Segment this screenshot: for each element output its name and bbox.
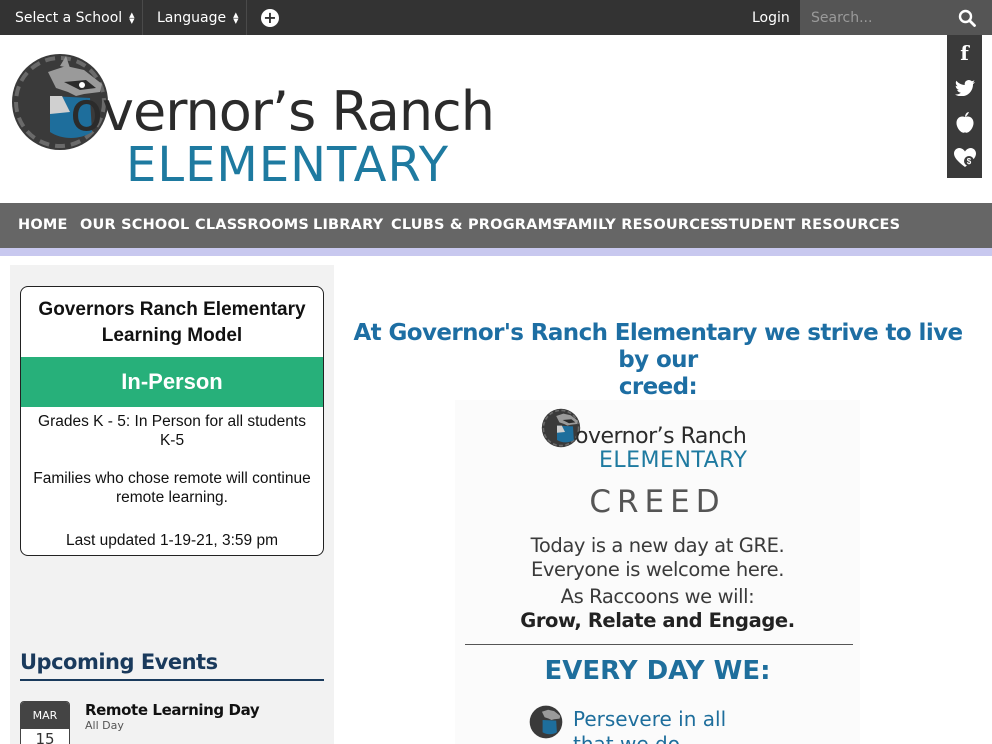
creed-image: overnor’s Ranch ELEMENTARY CREED Today i…	[455, 400, 860, 744]
creed-line-1: Today is a new day at GRE.	[530, 534, 785, 557]
creed-heading: At Governor's Ranch Elementary we strive…	[344, 320, 972, 401]
facebook-icon[interactable]: f	[947, 35, 982, 70]
nav-our-school[interactable]: OUR SCHOOL	[80, 203, 189, 248]
twitter-icon[interactable]	[947, 70, 982, 105]
nav-family-resources[interactable]: FAMILY RESOURCES	[558, 203, 721, 248]
divider	[246, 0, 247, 35]
creed-line-4: Grow, Relate and Engage.	[520, 609, 795, 632]
remote-note-line2: remote learning.	[115, 489, 228, 506]
svg-text:$: $	[966, 157, 971, 166]
updown-arrows-icon: ▲ ▼	[233, 10, 239, 25]
learning-model-title: Governors Ranch Elementary Learning Mode…	[21, 297, 323, 349]
remote-note: Families who chose remote will continue …	[29, 469, 315, 507]
language-label: Language	[157, 9, 227, 26]
nav-library[interactable]: LIBRARY	[313, 203, 383, 248]
event-time: All Day	[85, 719, 124, 732]
creed-heading-line2: creed:	[618, 374, 698, 400]
creed-logo-subtitle: ELEMENTARY	[599, 448, 748, 473]
select-school-label: Select a School	[15, 9, 123, 26]
search-input[interactable]	[800, 0, 950, 35]
donate-icon[interactable]: $	[947, 140, 982, 175]
grades-note-line1: Grades K - 5: In Person for all students	[38, 413, 306, 430]
page: Select a School ▲▼ Language ▲▼ + Login f	[0, 0, 992, 744]
upcoming-events-divider	[20, 679, 324, 681]
social-links: f $	[947, 35, 982, 178]
nav-student-resources[interactable]: STUDENT RESOURCES	[718, 203, 900, 248]
main-navigation: HOME OUR SCHOOL CLASSROOMS LIBRARY CLUBS…	[0, 203, 992, 248]
nav-clubs-programs[interactable]: CLUBS & PROGRAMS	[391, 203, 563, 248]
login-label: Login	[752, 9, 790, 26]
language-dropdown[interactable]: Language ▲ ▼	[157, 0, 238, 35]
updown-arrows-icon: ▲ ▼	[129, 10, 135, 25]
learning-model-title-line2: Learning Model	[101, 325, 243, 346]
login-link[interactable]: Login	[752, 0, 790, 35]
nav-classrooms[interactable]: CLASSROOMS	[195, 203, 309, 248]
logo-subtitle: ELEMENTARY	[126, 137, 450, 193]
raccoon-bullet-icon	[529, 705, 563, 739]
shortcuts-button[interactable]: +	[261, 0, 279, 35]
top-utility-bar: Select a School ▲ ▼ Language ▲ ▼ + Login	[0, 0, 992, 35]
learning-model-title-line1: Governors Ranch Elementary	[38, 299, 306, 320]
event-day: 15	[35, 730, 55, 744]
nav-accent-stripe	[0, 248, 992, 256]
last-updated: Last updated 1-19-21, 3:59 pm	[66, 532, 278, 549]
creed-logo-title: overnor’s Ranch	[575, 424, 747, 449]
event-month: MAR	[21, 702, 69, 729]
search-icon[interactable]	[958, 9, 976, 27]
peachjar-icon[interactable]	[947, 105, 982, 140]
grades-note-line2: K-5	[159, 432, 185, 449]
remote-note-line1: Families who chose remote will continue	[33, 470, 311, 487]
creed-item-1-line1: Persevere in all	[573, 707, 727, 731]
grades-note: Grades K - 5: In Person for all students…	[29, 412, 315, 450]
creed-heading-line1: At Governor's Ranch Elementary we strive…	[353, 320, 963, 373]
creed-item-1-line2: that we do	[573, 732, 680, 744]
logo-title: overnor’s Ranch	[70, 80, 495, 143]
learning-model-status-banner: In-Person	[21, 357, 323, 407]
learning-model-card: Governors Ranch Elementary Learning Mode…	[20, 286, 324, 556]
creed-line-3: As Raccoons we will:	[560, 585, 755, 608]
event-title-link[interactable]: Remote Learning Day	[85, 701, 260, 719]
school-logo[interactable]: overnor’s Ranch ELEMENTARY	[10, 52, 500, 193]
creed-word: CREED	[589, 484, 726, 520]
plus-circle-icon: +	[261, 8, 279, 27]
creed-line-2: Everyone is welcome here.	[530, 558, 785, 581]
upcoming-events-heading: Upcoming Events	[20, 650, 218, 674]
divider	[142, 0, 143, 35]
select-school-dropdown[interactable]: Select a School ▲ ▼	[15, 0, 135, 35]
event-date-badge[interactable]: MAR 15	[20, 701, 70, 744]
creed-divider	[465, 644, 853, 645]
every-day-heading: EVERY DAY WE:	[544, 656, 771, 686]
nav-home[interactable]: HOME	[18, 203, 68, 248]
